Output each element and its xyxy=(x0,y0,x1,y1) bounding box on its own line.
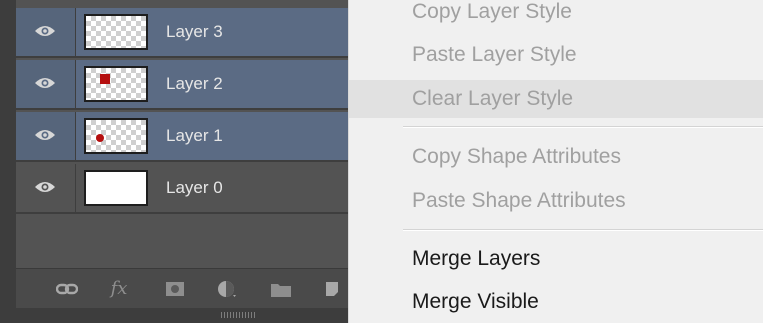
new-layer-icon[interactable] xyxy=(324,279,342,299)
visibility-toggle[interactable] xyxy=(16,60,76,108)
fx-icon[interactable]: fx xyxy=(108,279,130,299)
red-dot-shape xyxy=(96,134,104,142)
menu-item-merge-visible[interactable]: Merge Visible xyxy=(349,283,763,321)
layer-row-layer-2[interactable]: Layer 2 xyxy=(16,60,348,110)
visibility-toggle[interactable] xyxy=(16,164,76,212)
layer-thumbnail xyxy=(84,118,148,154)
resize-grip[interactable] xyxy=(221,312,257,318)
panel-resize-bar xyxy=(16,308,348,323)
menu-item-merge-layers[interactable]: Merge Layers xyxy=(349,240,763,278)
layers-panel-toolbar: fx xyxy=(16,268,348,309)
menu-item-paste-shape-attributes[interactable]: Paste Shape Attributes xyxy=(349,182,763,220)
eye-icon[interactable] xyxy=(34,76,56,90)
link-layers-icon[interactable] xyxy=(56,279,78,299)
adjustment-layer-icon[interactable] xyxy=(216,279,238,299)
layer-row-layer-0[interactable]: Layer 0 xyxy=(16,164,348,214)
menu-item-clear-layer-style[interactable]: Clear Layer Style xyxy=(349,80,763,118)
menu-item-copy-layer-style[interactable]: Copy Layer Style xyxy=(349,0,763,31)
eye-icon[interactable] xyxy=(34,24,56,38)
menu-separator xyxy=(403,229,763,231)
layer-name: Layer 2 xyxy=(166,74,223,93)
layer-thumbnail xyxy=(84,66,148,102)
red-square-shape xyxy=(100,74,110,84)
menu-separator xyxy=(403,126,763,128)
layer-mask-icon[interactable] xyxy=(164,279,186,299)
menu-item-copy-shape-attributes[interactable]: Copy Shape Attributes xyxy=(349,138,763,176)
layers-panel: Layer 3 Layer 2 Layer 1 Layer 0 fx xyxy=(0,0,348,323)
context-menu: Copy Layer Style Paste Layer Style Clear… xyxy=(348,0,763,323)
layer-row-layer-1[interactable]: Layer 1 xyxy=(16,112,348,162)
layer-name: Layer 1 xyxy=(166,126,223,145)
layer-name: Layer 0 xyxy=(166,178,223,197)
visibility-toggle[interactable] xyxy=(16,112,76,160)
folder-icon[interactable] xyxy=(270,279,292,299)
visibility-toggle[interactable] xyxy=(16,8,76,56)
panel-left-edge xyxy=(0,0,16,323)
eye-icon[interactable] xyxy=(34,180,56,194)
layer-thumbnail xyxy=(84,14,148,50)
layers-list-empty-area xyxy=(16,216,348,266)
layer-row-layer-3[interactable]: Layer 3 xyxy=(16,8,348,58)
layer-name: Layer 3 xyxy=(166,22,223,41)
eye-icon[interactable] xyxy=(34,128,56,142)
layer-thumbnail xyxy=(84,170,148,206)
menu-item-paste-layer-style[interactable]: Paste Layer Style xyxy=(349,36,763,74)
